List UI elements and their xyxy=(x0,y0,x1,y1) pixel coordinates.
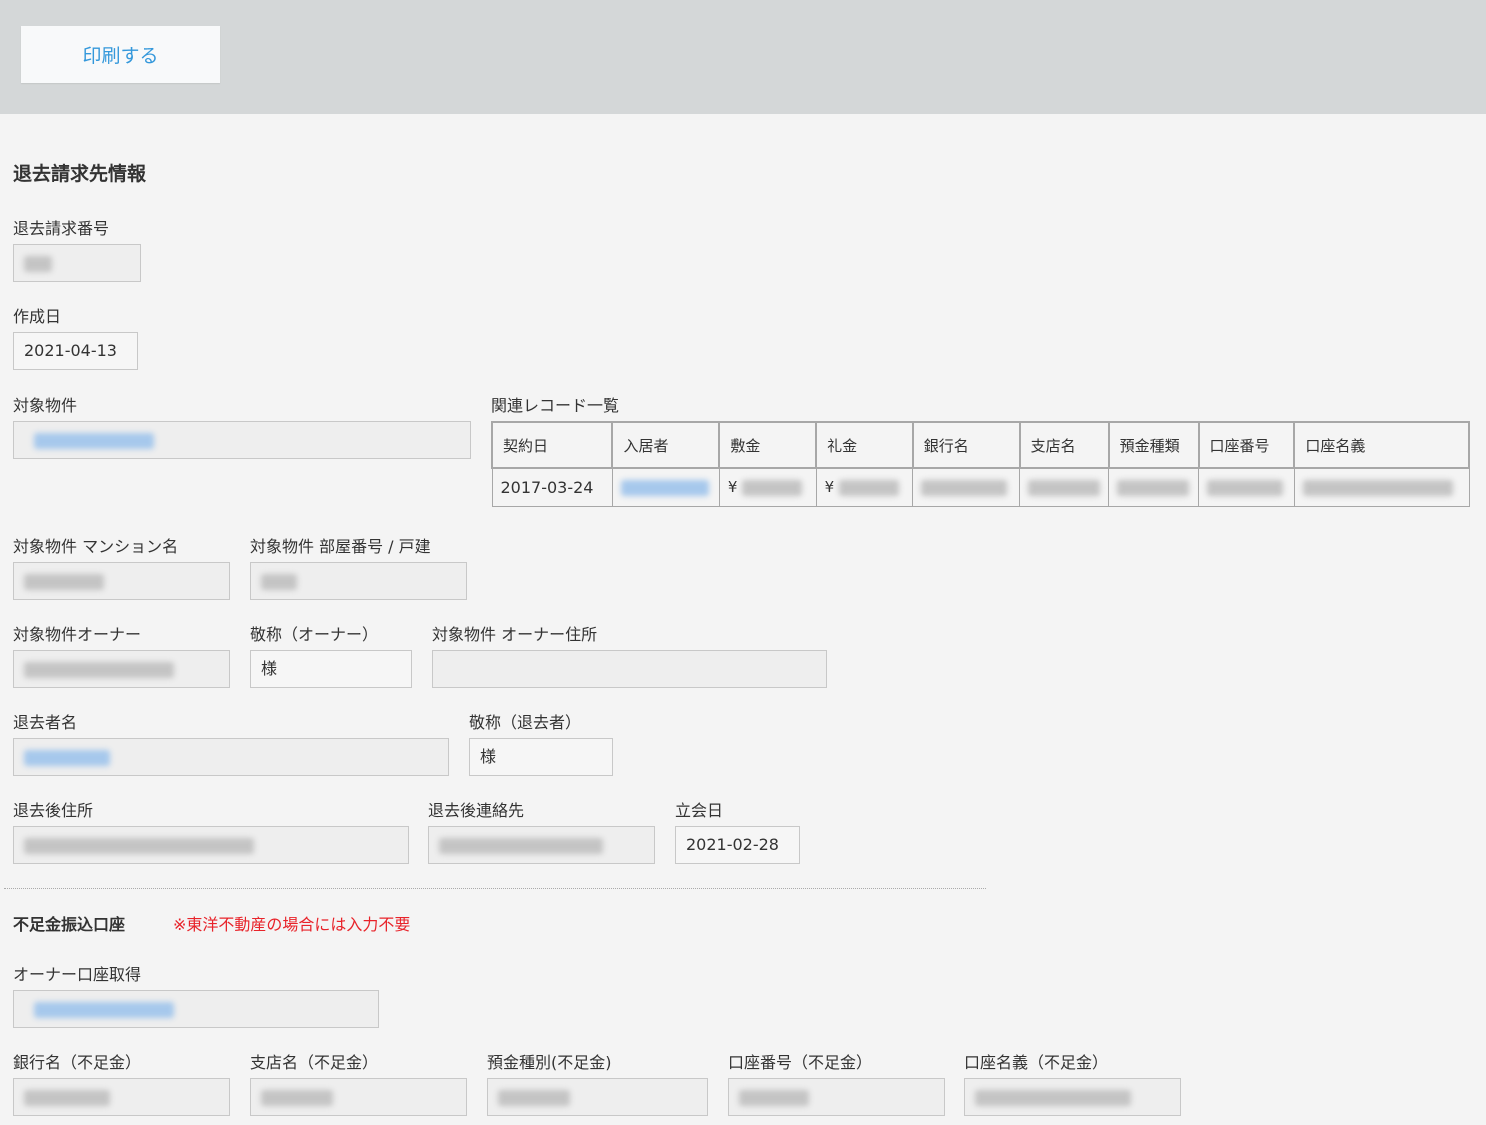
owner-address-label: 対象物件 オーナー住所 xyxy=(432,625,598,644)
owner-field[interactable] xyxy=(13,650,230,688)
room-number-field[interactable] xyxy=(250,562,467,600)
redacted-value xyxy=(739,1089,809,1106)
claim-number-label: 退去請求番号 xyxy=(13,219,110,238)
column-header: 敷金 xyxy=(718,421,818,469)
column-header: 預金種類 xyxy=(1107,421,1200,469)
room-number-label: 対象物件 部屋番号 / 戸建 xyxy=(250,537,431,556)
redacted-value xyxy=(1302,479,1453,496)
inspection-date-field[interactable]: 2021-02-28 xyxy=(675,826,800,864)
shortage-account-number-field[interactable] xyxy=(728,1078,945,1116)
owner-address-field[interactable] xyxy=(432,650,827,688)
tenant-name-field[interactable] xyxy=(13,738,449,776)
column-header: 入居者 xyxy=(611,421,721,469)
redacted-link xyxy=(24,749,110,766)
branch-cell xyxy=(1019,467,1110,507)
redacted-link xyxy=(34,1001,174,1018)
owner-honorific-label: 敬称（オーナー） xyxy=(250,625,379,644)
new-address-label: 退去後住所 xyxy=(13,801,94,820)
redacted-link xyxy=(34,432,154,449)
created-date-field[interactable]: 2021-04-13 xyxy=(13,332,138,370)
key-money-cell: ¥ xyxy=(815,467,914,507)
shortage-warning: ※東洋不動産の場合には入力不要 xyxy=(173,915,411,934)
yen-sign: ¥ xyxy=(727,478,738,497)
table-row[interactable]: 2017-03-24 ¥ ¥ xyxy=(491,467,1470,507)
claim-number-field[interactable] xyxy=(13,244,141,282)
column-header: 支店名 xyxy=(1018,421,1110,469)
owner-account-field[interactable] xyxy=(13,990,379,1028)
column-header: 礼金 xyxy=(815,421,914,469)
new-address-field[interactable] xyxy=(13,826,409,864)
redacted-value xyxy=(975,1089,1131,1106)
section-divider xyxy=(4,888,986,889)
redacted-value xyxy=(742,479,803,496)
redacted-value xyxy=(1207,479,1284,496)
shortage-bank-field[interactable] xyxy=(13,1078,230,1116)
redacted-value xyxy=(1028,479,1101,496)
column-header: 口座名義 xyxy=(1293,421,1470,469)
new-contact-label: 退去後連絡先 xyxy=(428,801,525,820)
owner-account-label: オーナー口座取得 xyxy=(13,965,142,984)
yen-sign: ¥ xyxy=(824,478,835,497)
related-records-title: 関連レコード一覧 xyxy=(491,396,620,415)
related-records-table: 契約日 入居者 敷金 礼金 銀行名 支店名 預金種類 口座番号 口座名義 201… xyxy=(490,421,1470,507)
redacted-value xyxy=(921,479,1008,496)
inspection-date-label: 立会日 xyxy=(675,801,724,820)
deposit-cell: ¥ xyxy=(718,467,817,507)
column-header: 口座番号 xyxy=(1197,421,1296,469)
tenant-honorific-field[interactable]: 様 xyxy=(469,738,613,776)
column-header: 銀行名 xyxy=(911,421,1021,469)
shortage-account-number-label: 口座番号（不足金） xyxy=(728,1053,873,1072)
account-type-cell xyxy=(1108,467,1200,507)
target-property-label: 対象物件 xyxy=(13,396,78,415)
shortage-type-label: 預金種別(不足金) xyxy=(487,1053,612,1072)
table-header-row: 契約日 入居者 敷金 礼金 銀行名 支店名 預金種類 口座番号 口座名義 xyxy=(490,421,1470,469)
new-contact-field[interactable] xyxy=(428,826,655,864)
redacted-value xyxy=(498,1089,570,1106)
shortage-type-field[interactable] xyxy=(487,1078,708,1116)
tenant-name-label: 退去者名 xyxy=(13,713,78,732)
shortage-title: 不足金振込口座 xyxy=(13,915,126,934)
redacted-value xyxy=(24,255,52,272)
shortage-bank-label: 銀行名（不足金） xyxy=(13,1053,142,1072)
redacted-value xyxy=(261,1089,333,1106)
redacted-value xyxy=(838,479,899,496)
redacted-value xyxy=(24,661,174,678)
account-number-cell xyxy=(1198,467,1295,507)
created-date-label: 作成日 xyxy=(13,307,62,326)
shortage-holder-field[interactable] xyxy=(964,1078,1181,1116)
top-toolbar: 印刷する xyxy=(0,0,1486,114)
mansion-name-field[interactable] xyxy=(13,562,230,600)
shortage-branch-label: 支店名（不足金） xyxy=(250,1053,379,1072)
account-holder-cell xyxy=(1293,467,1470,507)
redacted-link xyxy=(620,479,709,496)
shortage-branch-field[interactable] xyxy=(250,1078,467,1116)
redacted-value xyxy=(1117,479,1190,496)
column-header: 契約日 xyxy=(490,421,614,469)
bank-cell xyxy=(912,467,1021,507)
shortage-holder-label: 口座名義（不足金） xyxy=(964,1053,1109,1072)
tenant-honorific-label: 敬称（退去者） xyxy=(469,713,582,732)
redacted-value xyxy=(24,1089,110,1106)
print-button[interactable]: 印刷する xyxy=(21,26,220,83)
contract-date-cell: 2017-03-24 xyxy=(491,467,613,507)
redacted-value xyxy=(261,573,297,590)
tenant-cell[interactable] xyxy=(611,467,720,507)
section-title: 退去請求先情報 xyxy=(13,163,147,185)
redacted-value xyxy=(24,573,104,590)
owner-honorific-field[interactable]: 様 xyxy=(250,650,412,688)
target-property-field[interactable] xyxy=(13,421,471,459)
mansion-name-label: 対象物件 マンション名 xyxy=(13,537,179,556)
owner-label: 対象物件オーナー xyxy=(13,625,142,644)
redacted-value xyxy=(439,837,603,854)
redacted-value xyxy=(24,837,254,854)
